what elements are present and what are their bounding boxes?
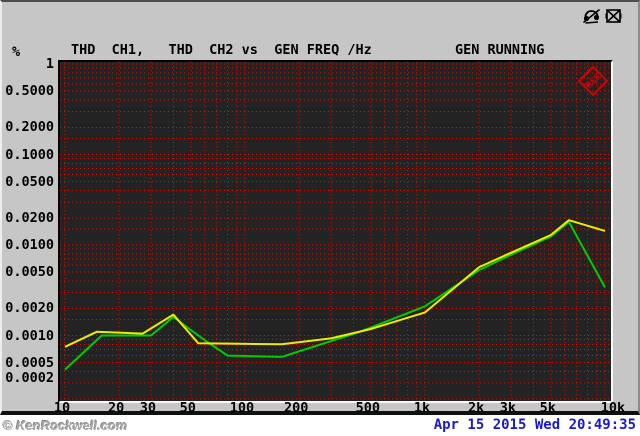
y-tick-label: 0.0005: [5, 354, 54, 371]
x-tick-label: 10k: [600, 400, 626, 416]
x-tick-label: 100: [229, 400, 255, 416]
x-tick-label: 2k: [468, 400, 485, 416]
y-tick-label: 0.0050: [5, 264, 54, 281]
thd-plot: R&S: [60, 62, 611, 401]
x-tick-label: 10: [53, 400, 71, 416]
timestamp: Apr 15 2015 Wed 20:49:35: [433, 417, 636, 433]
monitor-mute-icons: [582, 8, 622, 24]
x-tick-label: 30: [139, 400, 157, 416]
y-tick-label: 0.2000: [5, 119, 54, 136]
x-tick-label: 50: [179, 400, 196, 416]
headphones-muted-icon: [582, 8, 601, 24]
trace-thd-ch2: [64, 220, 606, 371]
x-tick-label: 3k: [499, 400, 517, 416]
watermark: © KenRockwell.com: [3, 418, 128, 433]
y-tick-label: 0.0020: [5, 300, 54, 317]
trace-thd-ch1: [64, 219, 606, 348]
speaker-muted-icon: [605, 9, 622, 23]
x-tick-label: 200: [283, 400, 309, 416]
x-tick-label: 500: [355, 400, 381, 416]
y-tick-label: 0.0200: [5, 209, 54, 226]
y-tick-label: 0.0010: [5, 327, 54, 344]
thd-plot-area: R&S: [58, 60, 613, 403]
x-tick-label: 1k: [413, 400, 431, 416]
y-tick-label: 0.5000: [5, 83, 54, 100]
y-tick-label: 0.0500: [5, 173, 54, 190]
y-tick-label: 1: [45, 56, 54, 72]
y-tick-label: 0.0002: [5, 370, 54, 386]
x-tick-label: 20: [108, 400, 125, 416]
y-tick-label: 0.0100: [5, 237, 54, 253]
y-tick-label: 0.1000: [5, 146, 54, 163]
status-generator: GEN RUNNING: [455, 42, 545, 58]
x-tick-label: 5k: [539, 400, 556, 416]
graph-title: THD CH1, THD CH2 vs GEN FREQ /Hz: [71, 42, 372, 58]
